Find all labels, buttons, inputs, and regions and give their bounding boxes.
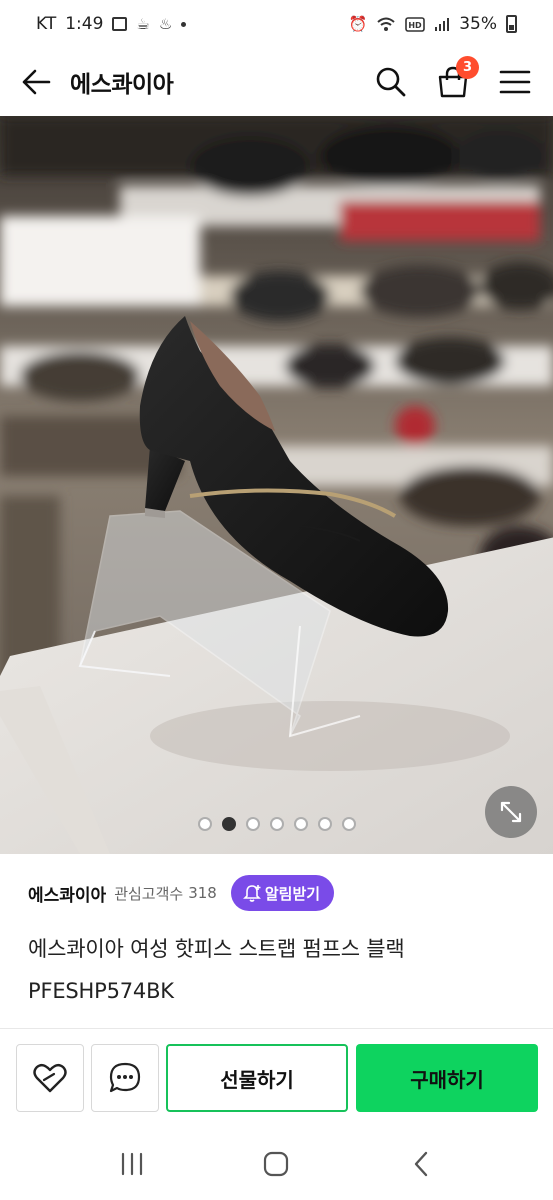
status-right: ⏰ HD 35% <box>349 14 517 34</box>
app-header: 에스콰이아 3 <box>0 48 553 116</box>
gift-button[interactable]: 선물하기 <box>166 1044 348 1112</box>
expand-image-button[interactable] <box>485 786 537 838</box>
signal-icon <box>435 18 450 31</box>
seller-row: 에스콰이아 관심고객수 318 알림받기 <box>28 870 335 916</box>
cart-button[interactable]: 3 <box>433 56 479 102</box>
gallery-icon <box>112 17 128 31</box>
expand-icon <box>500 801 522 823</box>
status-left: KT 1:49 ☕ ♨ <box>36 14 187 34</box>
back-nav-button[interactable] <box>391 1134 451 1194</box>
wishlist-button[interactable] <box>16 1044 84 1112</box>
menu-button[interactable] <box>495 62 535 102</box>
follower-count: 318 <box>188 884 217 902</box>
battery-icon <box>506 15 517 33</box>
recent-apps-icon <box>122 1152 143 1176</box>
search-icon <box>376 67 406 97</box>
product-image-carousel[interactable] <box>0 116 553 854</box>
coffee-icon: ☕ <box>136 14 150 33</box>
image-pager <box>0 817 553 831</box>
back-arrow-icon <box>22 69 51 95</box>
dot-icon <box>181 21 187 27</box>
status-bar: KT 1:49 ☕ ♨ ⏰ HD 35% <box>0 0 553 48</box>
menu-icon <box>499 70 531 94</box>
alert-subscribe-button[interactable]: 알림받기 <box>230 875 335 911</box>
app-icon: ♨ <box>158 14 173 33</box>
chat-icon <box>109 1062 141 1093</box>
pager-dot-active[interactable] <box>221 817 236 831</box>
back-button[interactable] <box>18 64 54 100</box>
divider <box>0 1028 553 1029</box>
chat-button[interactable] <box>91 1044 159 1112</box>
system-nav-bar <box>0 1128 553 1200</box>
product-photo <box>0 116 553 854</box>
clock: 1:49 <box>65 14 104 34</box>
pager-dot[interactable] <box>245 817 260 831</box>
heart-icon <box>33 1063 67 1093</box>
alarm-icon: ⏰ <box>348 14 368 33</box>
purchase-action-bar: 선물하기 구매하기 <box>0 1044 553 1112</box>
home-icon <box>264 1151 289 1177</box>
hd-icon: HD <box>405 16 426 32</box>
cart-count-badge: 3 <box>456 56 479 79</box>
bell-plus-icon <box>242 885 261 902</box>
pager-dot[interactable] <box>341 817 356 831</box>
pager-dot[interactable] <box>269 817 284 831</box>
header-actions: 3 <box>371 56 535 102</box>
carrier-label: KT <box>36 14 57 34</box>
chevron-left-icon <box>414 1151 428 1177</box>
buy-button[interactable]: 구매하기 <box>356 1044 538 1112</box>
search-button[interactable] <box>371 62 411 102</box>
alert-button-label: 알림받기 <box>264 884 321 903</box>
seller-name[interactable]: 에스콰이아 <box>28 881 106 906</box>
pager-dot[interactable] <box>293 817 308 831</box>
pager-dot[interactable] <box>317 817 332 831</box>
home-button[interactable] <box>246 1134 306 1194</box>
follower-label: 관심고객수 <box>114 884 184 903</box>
wifi-icon <box>377 17 395 31</box>
pager-dot[interactable] <box>197 817 212 831</box>
product-title: 에스콰이아 여성 핫피스 스트랩 펌프스 블랙 PFESHP574BK <box>28 937 405 1003</box>
svg-text:HD: HD <box>409 21 423 30</box>
recent-apps-button[interactable] <box>102 1134 162 1194</box>
store-title[interactable]: 에스콰이아 <box>70 65 371 99</box>
battery-percent: 35% <box>459 14 497 34</box>
